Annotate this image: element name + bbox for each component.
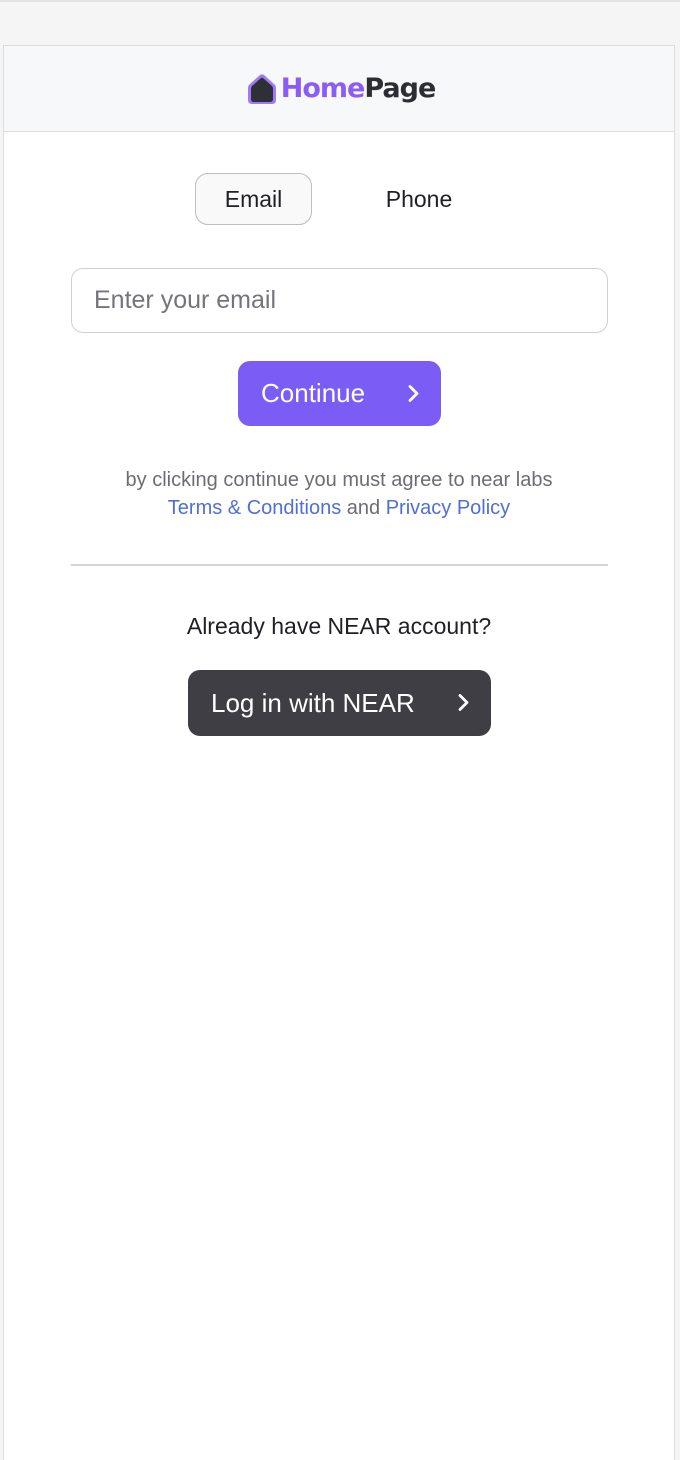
continue-button-label: Continue	[261, 378, 366, 408]
logo[interactable]: HomePage	[247, 73, 436, 105]
brand-name-page: Page	[364, 73, 436, 104]
divider	[71, 564, 608, 566]
page: HomePage Email Phone Continue by clickin…	[0, 0, 680, 1460]
terms-prefix: by clicking continue you must agree to n…	[125, 469, 553, 491]
top-border	[0, 0, 680, 2]
chevron-right-icon	[457, 688, 469, 719]
login-method-tabs: Email Phone	[4, 173, 674, 227]
tab-phone[interactable]: Phone	[369, 173, 469, 225]
terms-conjunction: and	[346, 497, 381, 519]
login-with-near-label: Log in with NEAR	[211, 687, 415, 718]
house-icon	[247, 73, 277, 105]
brand-name-home: Home	[280, 73, 366, 104]
login-with-near-button[interactable]: Log in with NEAR	[188, 670, 491, 736]
tab-email[interactable]: Email	[195, 173, 312, 225]
login-card: HomePage Email Phone Continue by clickin…	[3, 45, 675, 1460]
chevron-right-icon	[407, 378, 419, 409]
privacy-policy-link[interactable]: Privacy Policy	[386, 497, 510, 519]
continue-button[interactable]: Continue	[238, 361, 441, 426]
brand-name: HomePage	[280, 73, 437, 104]
terms-conditions-link[interactable]: Terms & Conditions	[168, 497, 341, 519]
near-account-prompt: Already have NEAR account?	[186, 613, 492, 639]
header: HomePage	[4, 46, 674, 132]
email-field[interactable]	[71, 268, 608, 333]
terms-notice: by clicking continue you must agree to n…	[4, 466, 674, 522]
